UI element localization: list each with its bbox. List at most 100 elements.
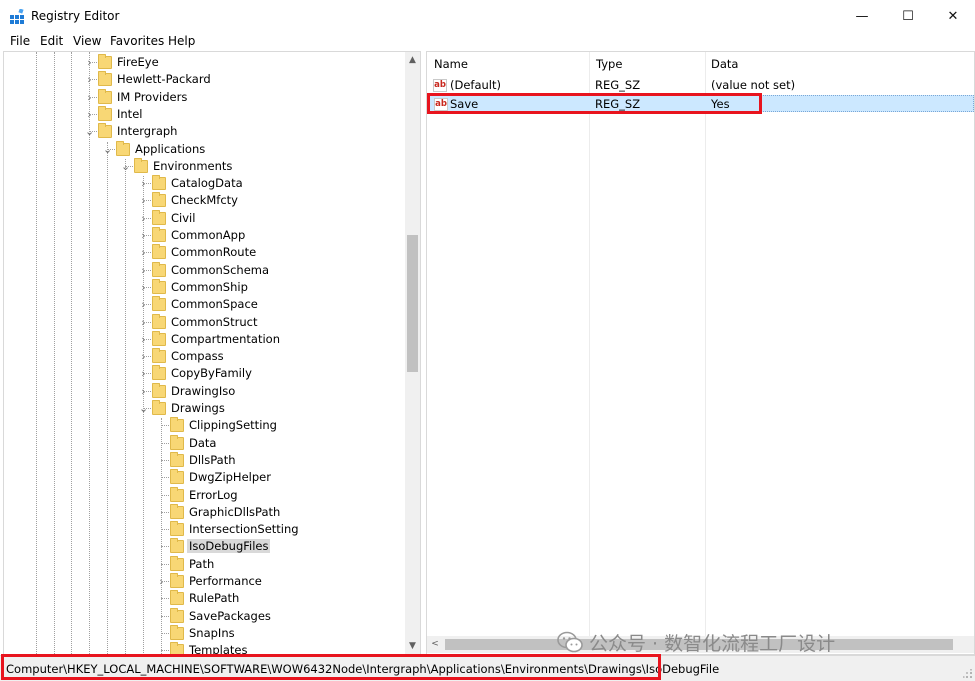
tree-connector-line [143, 252, 151, 254]
tree-item-label: CommonRoute [171, 245, 257, 260]
tree-item-copybyfamily[interactable]: › CopyByFamily [4, 365, 404, 382]
tree-item-label: Drawings [171, 401, 225, 415]
tree-item-savepackages[interactable]: SavePackages [4, 607, 404, 625]
tree-item-errorlog[interactable]: ErrorLog [4, 486, 404, 504]
column-header-type[interactable]: Type [596, 57, 622, 71]
tree-connector-line [143, 304, 151, 306]
tree-item-label: CommonApp [171, 228, 246, 242]
key-tree[interactable]: › FireEye › Hewlett-Packard › IM Providers › In… [3, 51, 421, 655]
folder-icon [170, 417, 184, 433]
tree-item-performance[interactable]: › Performance [4, 573, 404, 590]
folder-icon [170, 624, 184, 640]
value-row-default[interactable]: ab (Default) REG_SZ (value not set) [428, 77, 974, 94]
value-data: Yes [711, 97, 730, 111]
tree-connector-line [161, 650, 169, 652]
tree-item-label: CheckMfcty [171, 193, 238, 208]
tree-connector-line [89, 79, 97, 81]
tree-item-hewlett-packard[interactable]: › Hewlett-Packard [4, 71, 404, 88]
menu-view[interactable]: View [73, 34, 101, 48]
tree-item-dwgziphelper[interactable]: DwgZipHelper [4, 469, 404, 486]
tree-item-label: Hewlett-Packard [117, 72, 211, 87]
tree-item-dllspath[interactable]: DllsPath [4, 451, 404, 469]
tree-item-templates[interactable]: Templates [4, 642, 404, 654]
tree-item-checkmfcty[interactable]: › CheckMfcty [4, 192, 404, 209]
tree-item-isodebugfiles[interactable]: IsoDebugFiles [4, 538, 404, 555]
folder-icon [170, 538, 184, 554]
menu-help[interactable]: Help [168, 34, 195, 48]
tree-item-label: SavePackages [189, 608, 271, 623]
tree-item-label: IntersectionSetting [189, 522, 299, 537]
tree-scroll-thumb[interactable] [407, 235, 418, 372]
wechat-logo-icon [557, 631, 583, 653]
tree-item-environments[interactable]: ⌄ Environments [4, 157, 404, 175]
tree-connector-line [161, 529, 169, 531]
tree-item-label: IM Providers [117, 89, 188, 104]
tree-item-intersectionsetting[interactable]: IntersectionSetting [4, 521, 404, 538]
folder-icon [152, 382, 166, 398]
tree-item-applications[interactable]: ⌄ Applications [4, 140, 404, 158]
column-divider[interactable] [705, 52, 706, 652]
tree-item-label: ErrorLog [189, 487, 238, 502]
tree-item-commonspace[interactable]: › CommonSpace [4, 296, 404, 313]
tree-item-rulepath[interactable]: RulePath [4, 590, 404, 607]
scroll-down-arrow-icon[interactable]: ▼ [405, 638, 420, 654]
registry-path[interactable]: Computer\HKEY_LOCAL_MACHINE\SOFTWARE\WOW… [6, 662, 719, 676]
minimize-button[interactable]: — [839, 0, 885, 32]
tree-item-path[interactable]: Path [4, 555, 404, 573]
tree-item-data[interactable]: Data [4, 434, 404, 452]
tree-item-compass[interactable]: › Compass [4, 348, 404, 365]
tree-connector-line [161, 511, 169, 513]
tree-item-commonship[interactable]: › CommonShip [4, 278, 404, 296]
string-value-icon: ab [433, 79, 447, 92]
menu-file[interactable]: File [10, 34, 30, 48]
folder-icon [152, 192, 166, 208]
tree-item-clippingsetting[interactable]: ClippingSetting [4, 417, 404, 434]
column-header-data[interactable]: Data [711, 57, 738, 71]
column-header-name[interactable]: Name [434, 57, 468, 71]
menu-edit[interactable]: Edit [40, 34, 63, 48]
tree-connector-line [161, 459, 169, 461]
tree-item-label: FireEye [117, 55, 159, 69]
close-button[interactable]: ✕ [930, 0, 975, 32]
value-row-save[interactable]: ab Save REG_SZ Yes [428, 95, 974, 112]
tree-connector-line [89, 131, 97, 133]
folder-icon [170, 607, 184, 623]
tree-connector-line [143, 321, 151, 323]
tree-item-commonschema[interactable]: › CommonSchema [4, 261, 404, 279]
tree-item-graphicdllspath[interactable]: GraphicDllsPath [4, 503, 404, 521]
tree-item-drawings[interactable]: ⌄ Drawings [4, 400, 404, 417]
tree-item-intel[interactable]: › Intel [4, 105, 404, 123]
tree-item-civil[interactable]: › Civil [4, 209, 404, 227]
tree-connector-line [89, 96, 97, 98]
value-type: REG_SZ [595, 78, 641, 92]
tree-item-catalogdata[interactable]: › CatalogData [4, 175, 404, 192]
folder-icon [152, 278, 166, 294]
tree-item-label: ClippingSetting [189, 418, 277, 433]
tree-item-intergraph[interactable]: ⌄ Intergraph [4, 123, 404, 140]
tree-item-im-providers[interactable]: › IM Providers [4, 88, 404, 106]
tree-item-commonapp[interactable]: › CommonApp [4, 227, 404, 244]
tree-item-compartmentation[interactable]: › Compartmentation [4, 330, 404, 348]
scroll-up-arrow-icon[interactable]: ▲ [405, 52, 420, 68]
value-list[interactable]: Name Type Data ab (Default) REG_SZ (valu… [426, 51, 975, 655]
tree-item-drawingiso[interactable]: › DrawingIso [4, 382, 404, 400]
tree-vertical-scrollbar[interactable]: ▲ ▼ [405, 52, 420, 654]
folder-icon [152, 261, 166, 277]
tree-item-commonroute[interactable]: › CommonRoute [4, 244, 404, 261]
column-divider[interactable] [589, 52, 590, 652]
tree-item-snapins[interactable]: SnapIns [4, 624, 404, 642]
tree-item-fireeye[interactable]: › FireEye [4, 54, 404, 71]
folder-icon [170, 555, 184, 571]
tree-item-label: CatalogData [171, 176, 243, 191]
folder-icon [98, 123, 112, 139]
maximize-button[interactable]: ☐ [885, 0, 931, 32]
tree-item-commonstruct[interactable]: › CommonStruct [4, 313, 404, 331]
folder-icon [152, 175, 166, 191]
tree-item-label: Applications [135, 141, 206, 156]
folder-icon [152, 227, 166, 242]
value-type: REG_SZ [595, 97, 641, 111]
scroll-left-arrow-icon[interactable]: < [427, 636, 443, 653]
tree-connector-line [89, 113, 97, 115]
menu-favorites[interactable]: Favorites [110, 34, 164, 48]
resize-grip-icon[interactable] [963, 669, 973, 679]
